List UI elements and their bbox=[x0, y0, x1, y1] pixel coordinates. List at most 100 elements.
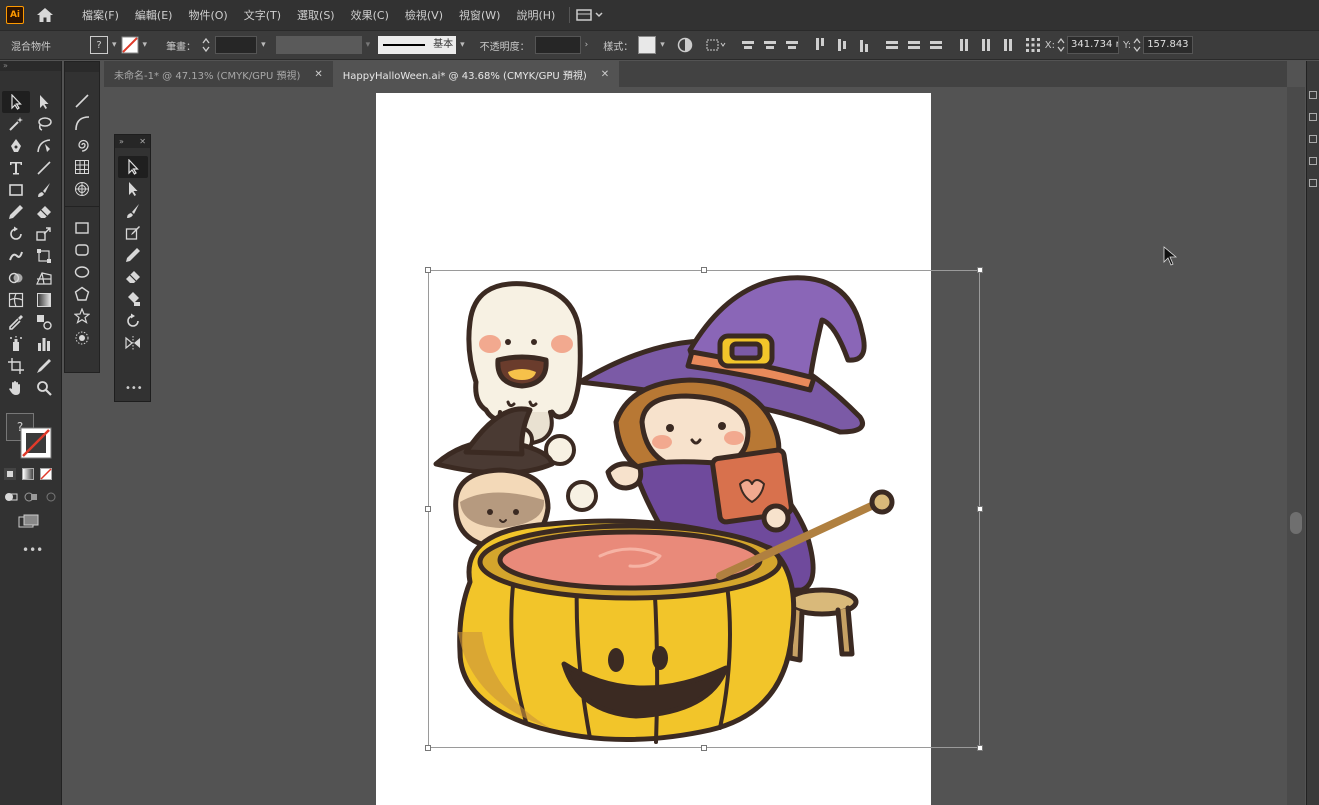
resize-handle-mr[interactable] bbox=[977, 506, 983, 512]
pencil-tool-icon[interactable] bbox=[118, 244, 148, 266]
menu-view[interactable]: 檢視(V) bbox=[397, 7, 451, 23]
variable-width-profile[interactable] bbox=[275, 36, 362, 54]
eyedropper-tool-icon[interactable] bbox=[2, 311, 30, 333]
chevron-down-icon[interactable]: ▾ bbox=[112, 40, 117, 50]
fill-swatch[interactable]: ? bbox=[90, 36, 108, 54]
distribute-top-icon[interactable] bbox=[885, 38, 899, 52]
ellipse-tool-icon[interactable] bbox=[67, 261, 97, 283]
magic-wand-tool-icon[interactable] bbox=[2, 113, 30, 135]
color-button[interactable] bbox=[4, 468, 16, 480]
menu-edit[interactable]: 編輯(E) bbox=[127, 7, 181, 23]
curvature-tool-icon[interactable] bbox=[30, 135, 58, 157]
resize-handle-br[interactable] bbox=[977, 745, 983, 751]
scale-tool-icon[interactable] bbox=[30, 223, 58, 245]
direct-selection-tool-icon[interactable] bbox=[118, 178, 148, 200]
spiral-tool-icon[interactable] bbox=[67, 134, 97, 156]
gradient-tool-icon[interactable] bbox=[30, 289, 58, 311]
panel-icon[interactable] bbox=[1309, 91, 1317, 99]
workspace-switcher-icon[interactable] bbox=[576, 8, 604, 22]
pen-tool-icon[interactable] bbox=[2, 135, 30, 157]
distribute-vcenter-icon[interactable] bbox=[907, 38, 921, 52]
lasso-tool-icon[interactable] bbox=[30, 113, 58, 135]
menu-select[interactable]: 選取(S) bbox=[289, 7, 343, 23]
align-right-icon[interactable] bbox=[785, 38, 799, 52]
resize-handle-bc[interactable] bbox=[701, 745, 707, 751]
align-to-icon[interactable] bbox=[705, 37, 727, 53]
column-graph-tool-icon[interactable] bbox=[30, 333, 58, 355]
expand-icon[interactable]: » bbox=[119, 137, 124, 146]
menu-file[interactable]: 檔案(F) bbox=[74, 7, 127, 23]
distribute-left-icon[interactable] bbox=[957, 38, 971, 52]
resize-handle-tr[interactable] bbox=[977, 267, 983, 273]
stroke-weight-input[interactable] bbox=[215, 36, 258, 54]
fill-stroke-widget[interactable]: ? bbox=[6, 413, 54, 461]
opacity-input[interactable] bbox=[534, 36, 581, 54]
rotate-tool-icon[interactable] bbox=[118, 310, 148, 332]
close-icon[interactable]: ✕ bbox=[601, 69, 609, 80]
slice-tool-icon[interactable] bbox=[30, 355, 58, 377]
eraser-tool-icon[interactable] bbox=[30, 201, 58, 223]
chevron-down-icon[interactable]: ▾ bbox=[143, 40, 148, 50]
brush-definition-preview[interactable] bbox=[378, 36, 431, 54]
close-icon[interactable]: ✕ bbox=[139, 137, 146, 146]
stepper-icon[interactable] bbox=[1057, 37, 1065, 53]
gradient-button[interactable] bbox=[22, 468, 34, 480]
rectangular-grid-tool-icon[interactable] bbox=[67, 156, 97, 178]
selection-tool-icon[interactable] bbox=[117, 156, 148, 178]
align-left-icon[interactable] bbox=[741, 38, 755, 52]
recolor-artwork-icon[interactable] bbox=[677, 37, 693, 53]
polygon-tool-icon[interactable] bbox=[67, 283, 97, 305]
vertical-scrollbar[interactable] bbox=[1287, 87, 1305, 805]
rotate-tool-icon[interactable] bbox=[2, 223, 30, 245]
mesh-tool-icon[interactable] bbox=[2, 289, 30, 311]
more-tools-icon[interactable]: ••• bbox=[125, 383, 143, 394]
chevron-down-icon[interactable]: ▾ bbox=[460, 40, 465, 50]
align-bottom-icon[interactable] bbox=[857, 38, 871, 52]
chevron-down-icon[interactable]: ▾ bbox=[261, 40, 266, 50]
draw-inside-icon[interactable] bbox=[44, 491, 58, 503]
resize-handle-tl[interactable] bbox=[425, 267, 431, 273]
screen-mode-icon[interactable] bbox=[18, 514, 40, 528]
line-segment-tool-icon[interactable] bbox=[30, 157, 58, 179]
symbol-sprayer-tool-icon[interactable] bbox=[2, 333, 30, 355]
tab-happyhalloween[interactable]: HappyHalloWeen.ai* @ 43.68% (CMYK/GPU 預視… bbox=[332, 61, 620, 87]
shape-builder-tool-icon[interactable] bbox=[2, 267, 30, 289]
type-tool-icon[interactable] bbox=[2, 157, 30, 179]
more-tools-icon[interactable]: ••• bbox=[22, 543, 43, 557]
line-segment-tool-icon[interactable] bbox=[67, 90, 97, 112]
free-transform-tool-icon[interactable] bbox=[30, 245, 58, 267]
shaper-tool-icon[interactable] bbox=[118, 222, 148, 244]
menu-effect[interactable]: 效果(C) bbox=[343, 7, 397, 23]
resize-handle-tc[interactable] bbox=[701, 267, 707, 273]
star-tool-icon[interactable] bbox=[67, 305, 97, 327]
polar-grid-tool-icon[interactable] bbox=[67, 178, 97, 200]
align-hcenter-icon[interactable] bbox=[763, 38, 777, 52]
align-top-icon[interactable] bbox=[813, 38, 827, 52]
x-position-input[interactable]: 341.734 r bbox=[1067, 36, 1120, 54]
tab-untitled-1[interactable]: 未命名-1* @ 47.13% (CMYK/GPU 預視) ✕ bbox=[104, 61, 333, 87]
chevron-down-icon[interactable]: ▾ bbox=[366, 40, 371, 50]
panel-icon[interactable] bbox=[1309, 179, 1317, 187]
draw-normal-icon[interactable] bbox=[4, 491, 18, 503]
chevron-down-icon[interactable]: ▾ bbox=[660, 40, 665, 50]
close-icon[interactable]: ✕ bbox=[314, 69, 322, 80]
perspective-grid-tool-icon[interactable] bbox=[30, 267, 58, 289]
stroke-none-swatch[interactable] bbox=[121, 36, 139, 54]
warp-tool-icon[interactable] bbox=[2, 245, 30, 267]
y-position-input[interactable]: 157.843 r bbox=[1143, 36, 1194, 54]
hand-tool-icon[interactable] bbox=[2, 377, 30, 399]
paintbrush-tool-icon[interactable] bbox=[30, 179, 58, 201]
menu-window[interactable]: 視窗(W) bbox=[451, 7, 508, 23]
reflect-tool-icon[interactable] bbox=[118, 332, 148, 354]
panel-header[interactable]: » ✕ bbox=[115, 135, 150, 148]
resize-handle-bl[interactable] bbox=[425, 745, 431, 751]
menu-help[interactable]: 說明(H) bbox=[508, 7, 563, 23]
align-vcenter-icon[interactable] bbox=[835, 38, 849, 52]
distribute-right-icon[interactable] bbox=[1001, 38, 1015, 52]
eraser-tool-icon[interactable] bbox=[118, 266, 148, 288]
rectangle-tool-icon[interactable] bbox=[67, 217, 97, 239]
menu-object[interactable]: 物件(O) bbox=[180, 7, 235, 23]
live-paint-bucket-icon[interactable] bbox=[118, 288, 148, 310]
home-icon[interactable] bbox=[36, 7, 54, 23]
scrollbar-thumb[interactable] bbox=[1290, 512, 1302, 534]
